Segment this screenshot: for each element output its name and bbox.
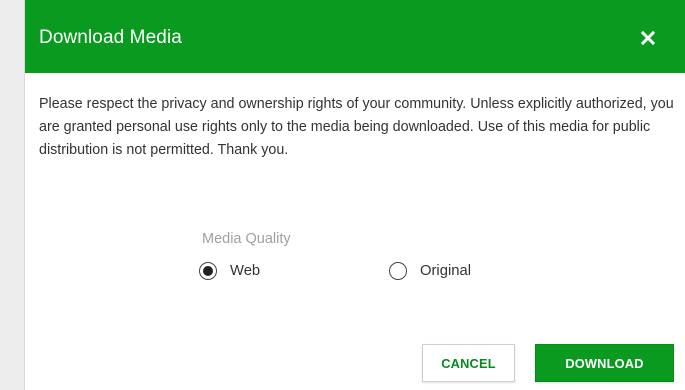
original-quality-label: Original	[420, 263, 471, 279]
download-media-screen: Download Media Please respect the privac…	[0, 0, 685, 390]
original-quality-option[interactable]: Original	[389, 259, 471, 283]
web-radio-button[interactable]	[199, 262, 217, 280]
privacy-message: Please respect the privacy and ownership…	[39, 96, 674, 158]
download-media-dialog: Download Media Please respect the privac…	[24, 0, 685, 390]
web-quality-option[interactable]: Web	[199, 259, 260, 283]
cancel-button[interactable]: CANCEL	[422, 344, 515, 382]
media-quality-label: Media Quality	[202, 231, 291, 247]
dialog-title: Download Media	[39, 27, 182, 48]
web-quality-label: Web	[230, 263, 261, 279]
original-radio-button[interactable]	[389, 262, 407, 280]
download-button[interactable]: DOWNLOAD	[535, 344, 674, 382]
close-button[interactable]	[634, 24, 662, 52]
background-page-edge	[0, 0, 24, 390]
close-icon	[640, 30, 656, 46]
selected-radio-dot	[203, 266, 213, 276]
dialog-header: Download Media	[25, 0, 685, 73]
